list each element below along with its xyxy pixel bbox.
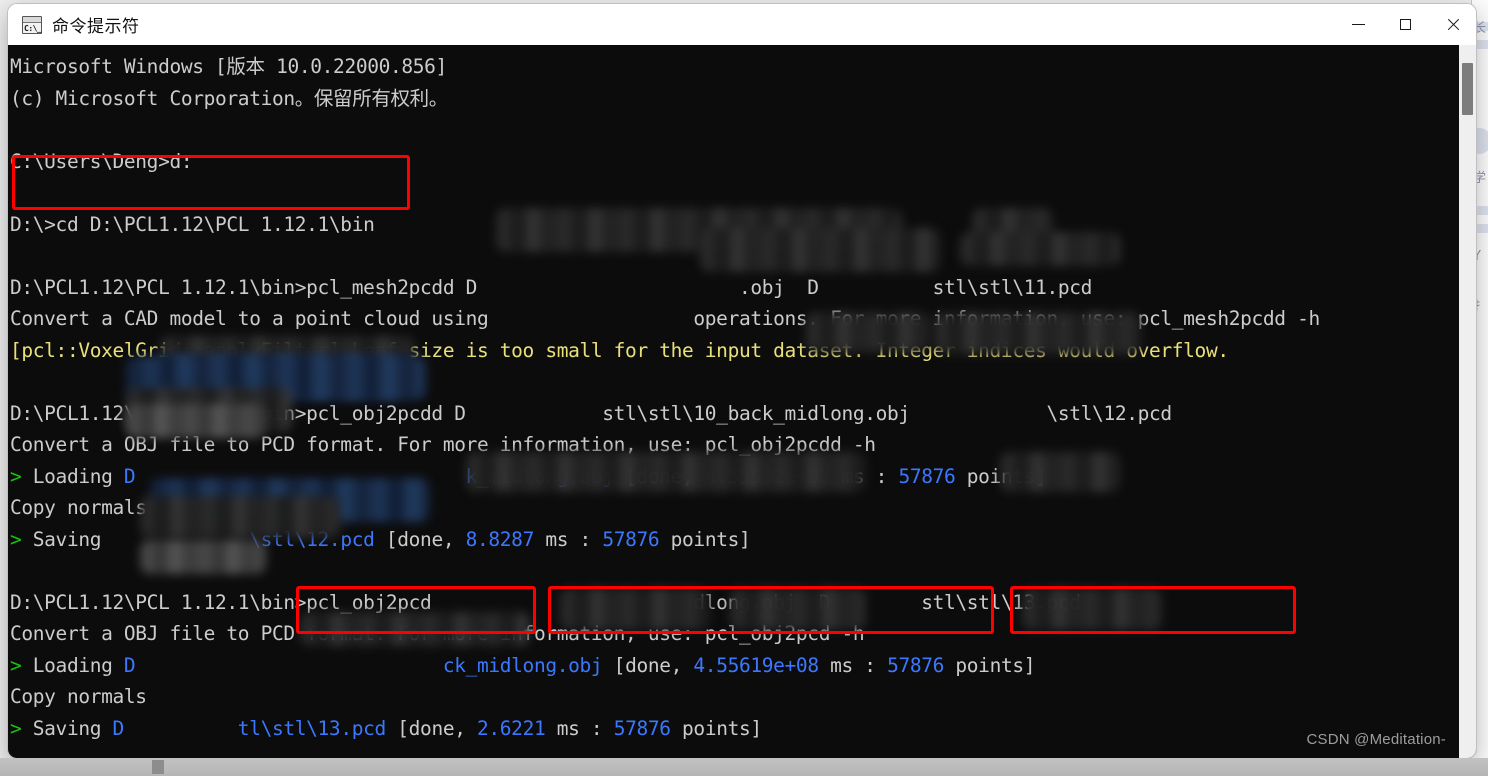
console-line: D:\PCL1.12\PCL 1.12.1\bin>pcl_mesh2pcdd … (8, 272, 1459, 304)
console-line: Microsoft Windows [版本 10.0.22000.856] (8, 51, 1459, 83)
console-text-segment: 2.6221 (477, 716, 546, 740)
console-line: > Saving D tl\stl\13.pcd [done, 2.6221 m… (8, 713, 1459, 745)
console-area[interactable]: Microsoft Windows [版本 10.0.22000.856] (c)… (8, 45, 1476, 758)
console-text-segment: Convert a CAD model to a point cloud usi… (10, 307, 1320, 330)
cmd-icon: C:\_ (22, 15, 42, 34)
console-text-segment: points] (659, 527, 751, 551)
console-line: Copy normals (8, 492, 1459, 524)
window-controls[interactable] (1335, 4, 1476, 45)
console-text-segment: 4.55532e+08 (704, 464, 831, 488)
console-text-segment: Convert a OBJ file to PCD format. For mo… (10, 622, 865, 645)
console-text-segment: D k_midlong.obj (123, 464, 614, 488)
scrollbar-thumb[interactable] (152, 760, 164, 774)
maximize-button[interactable] (1382, 4, 1429, 45)
maximize-icon (1400, 19, 1411, 30)
console-text-segment: (c) Microsoft Corporation。保留所有权利。 (10, 86, 448, 110)
console-text-segment: Saving (32, 527, 113, 551)
console-text-segment: D tl\stl\13.pcd (112, 716, 387, 740)
console-text-segment: [done, (613, 464, 705, 488)
console-text-segment: ms : (818, 653, 888, 677)
minimize-button[interactable] (1335, 4, 1382, 45)
minimize-icon (1352, 24, 1365, 25)
console-line: > Loading D k_midlong.obj [done, 4.55532… (8, 461, 1459, 493)
console-text-segment: Saving (32, 716, 113, 740)
console-text-segment: D:\PCL1.12\PCL 1.12.1\bin>pcl_obj2pcd dl… (10, 590, 1081, 614)
console-line: Convert a CAD model to a point cloud usi… (8, 303, 1459, 335)
console-text-segment: ms : (533, 527, 603, 551)
console-line: D:\PCL1.12\PCL 1.12.1\bin>pcl_obj2pcdd D… (8, 398, 1459, 430)
console-text-segment: Convert a OBJ file to PCD format. For mo… (10, 433, 876, 456)
console-text-segment: 57876 (602, 527, 660, 551)
close-button[interactable] (1429, 4, 1476, 45)
console-text-segment: > (10, 527, 33, 551)
console-line: Copy normals (8, 681, 1459, 713)
console-text-segment: Microsoft Windows [版本 10.0.22000.856] (10, 55, 447, 78)
console-line: [pcl::VoxelGrid::applyFilter] Leaf size … (8, 335, 1459, 367)
console-text-segment: ms : (545, 716, 614, 740)
console-text-segment: Loading (32, 464, 124, 488)
console-line: (c) Microsoft Corporation。保留所有权利。 (8, 83, 1459, 115)
window-title: 命令提示符 (52, 17, 140, 37)
titlebar[interactable]: C:\_ 命令提示符 (8, 4, 1476, 45)
csdn-watermark: CSDN @Meditation- (1306, 731, 1446, 748)
console-text-segment: [done, (385, 716, 478, 740)
console-text-segment: > (10, 653, 33, 677)
console-text-segment: D:\>cd D:\PCL1.12\PCL 1.12.1\bin (10, 212, 375, 236)
console-text-segment: D ck_midlong.obj (123, 653, 603, 677)
console-line: C:\Users\Deng>d: (8, 146, 1459, 178)
console-line: > Loading D ck_midlong.obj [done, 4.5561… (8, 650, 1459, 682)
console-text-segment: 57876 (613, 716, 671, 740)
console-text-segment: Copy normals (10, 496, 147, 519)
console-text-segment: [done, (374, 527, 466, 551)
scrollbar-thumb[interactable] (1462, 63, 1473, 115)
console-text-segment: 8.8287 (465, 527, 535, 551)
console-text-segment: 4.55619e+08 (693, 653, 819, 677)
console-line: Convert a OBJ file to PCD format. For mo… (8, 618, 1459, 650)
console-text-segment: points] (944, 653, 1036, 677)
console-text-segment: Loading (32, 653, 124, 677)
console-line: D:\PCL1.12\PCL 1.12.1\bin>pcl_obj2pcd dl… (8, 587, 1459, 619)
console-text-segment: 57876 (898, 464, 956, 488)
console-text-segment: [done, (602, 653, 694, 677)
console-text-segment: > (10, 716, 33, 740)
console-text-segment: \stl\12.pcd (112, 527, 375, 551)
console-text-segment: 57876 (887, 653, 945, 677)
command-prompt-window[interactable]: C:\_ 命令提示符 Microsoft Windows [版本 10.0.22… (8, 4, 1476, 758)
console-text-segment: > (10, 464, 33, 488)
console-text-segment: points] (670, 716, 762, 740)
console-vertical-scrollbar[interactable] (1459, 45, 1476, 758)
console-line: Convert a OBJ file to PCD format. For mo… (8, 429, 1459, 461)
console-text-segment: D:\PCL1.12\PCL 1.12.1\bin>pcl_obj2pcdd D… (10, 401, 1172, 425)
console-text-segment: [pcl::VoxelGrid::applyFilter] Leaf size … (10, 338, 1229, 362)
console-text-segment: points] (955, 464, 1047, 488)
console-line: D:\>cd D:\PCL1.12\PCL 1.12.1\bin (8, 209, 1459, 241)
close-icon (1446, 18, 1460, 32)
console-text-segment: Copy normals (10, 685, 147, 708)
console-output[interactable]: Microsoft Windows [版本 10.0.22000.856] (c)… (8, 45, 1459, 758)
console-text-segment: ms : (830, 464, 899, 488)
console-line: > Saving \stl\12.pcd [done, 8.8287 ms : … (8, 524, 1459, 556)
console-text-segment: C:\Users\Deng>d: (10, 149, 193, 173)
console-text-segment: D:\PCL1.12\PCL 1.12.1\bin>pcl_mesh2pcdd … (10, 275, 1093, 299)
bottom-horizontal-scrollbar[interactable] (0, 758, 1488, 776)
